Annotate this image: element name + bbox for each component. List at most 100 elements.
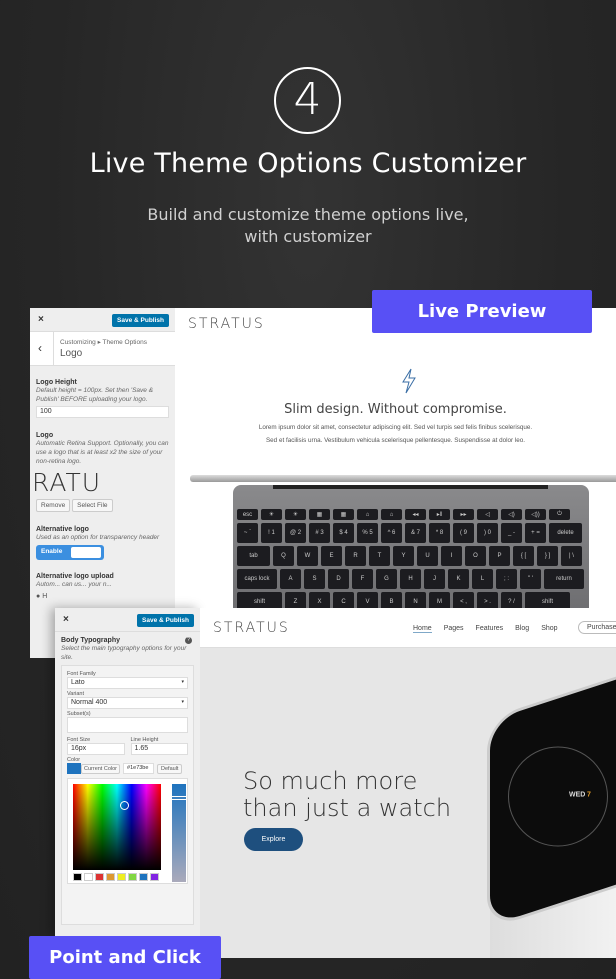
hide-controls-icon[interactable]: ● [36, 593, 40, 600]
font-family-select[interactable]: Lato ▾ [67, 677, 188, 689]
keyboard-key: ! 1 [261, 523, 282, 543]
keyboard-key: ^ 6 [381, 523, 402, 543]
nav-link-pages[interactable]: Pages [444, 625, 464, 633]
chevron-down-icon: ▾ [181, 679, 184, 685]
keyboard-key: I [441, 546, 462, 566]
laptop-lid [190, 475, 616, 482]
logo-height-label: Logo Height [36, 379, 77, 386]
color-swatch[interactable] [139, 873, 148, 881]
keyboard-key: { [ [513, 546, 534, 566]
section-title: Body Typography [61, 637, 120, 644]
toggle-label: Enable [41, 548, 63, 555]
color-swatch[interactable] [128, 873, 137, 881]
site-logo[interactable]: STRATUS [213, 620, 290, 636]
keyboard: esc ☀ ☀ ▦ ▦ ⌂ ⌂ ◂◂ ▸‖ ▸▸ ◁ ◁) ◁)) ⏻ ~ `! 1 @ 2 # 3 $ 4% 5… [237, 509, 589, 610]
keyboard-key: + = [525, 523, 546, 543]
color-swatch[interactable] [67, 763, 81, 774]
purchase-button[interactable]: Purchase [578, 621, 616, 634]
keyboard-key: ◁) [501, 509, 522, 520]
keyboard-key: W [297, 546, 318, 566]
preview-heading: Slim design. Without compromise. [284, 402, 507, 417]
slider-handle[interactable] [171, 796, 187, 800]
color-picker-handle[interactable] [120, 801, 129, 810]
keyboard-key: H [400, 569, 421, 589]
line-height-input[interactable]: 1.65 [130, 743, 188, 755]
nav-link-home[interactable]: Home [413, 625, 432, 633]
keyboard-row: tab Q W E R T Y U I O P{ [} ] | \ [237, 546, 589, 566]
keyboard-key: K [448, 569, 469, 589]
help-icon[interactable]: ? [185, 637, 192, 644]
color-swatch[interactable] [84, 873, 93, 881]
save-publish-button[interactable]: Save & Publish [112, 314, 169, 327]
site-nav: Home Pages Features Blog Shop [413, 625, 558, 633]
watch-date: 7 [587, 791, 591, 799]
font-size-input[interactable]: 16px [67, 743, 125, 755]
nav-link-blog[interactable]: Blog [515, 625, 529, 633]
keyboard-key: ◁ [477, 509, 498, 520]
color-swatch[interactable] [73, 873, 82, 881]
variant-value: Normal 400 [71, 699, 108, 706]
preview-body-1: Lorem ipsum dolor sit amet, consectetur … [258, 424, 533, 431]
keyboard-key: $ 4 [333, 523, 354, 543]
keyboard-key: D [328, 569, 349, 589]
color-swatch[interactable] [106, 873, 115, 881]
remove-logo-button[interactable]: Remove [36, 499, 71, 512]
keyboard-key: P [489, 546, 510, 566]
close-icon[interactable]: × [63, 614, 69, 625]
save-publish-button[interactable]: Save & Publish [137, 614, 194, 627]
color-swatch[interactable] [150, 873, 159, 881]
keyboard-row: ~ `! 1 @ 2 # 3 $ 4% 5 ^ 6 & 7 * 8( 9) 0 _ - + = d… [237, 523, 589, 543]
keyboard-key: return [544, 569, 584, 589]
keyboard-key: ▸▸ [453, 509, 474, 520]
chevron-down-icon: ▾ [181, 699, 184, 705]
enable-toggle[interactable]: Enable [36, 545, 104, 560]
subtitle-line-2: with customizer [244, 227, 372, 246]
keyboard-key: G [376, 569, 397, 589]
keyboard-row: caps lock A S D F G H J K L; : " ' return [237, 569, 589, 589]
back-customizer-sidebar: × Save & Publish ‹ Customizing ▸ Theme Op… [30, 308, 175, 658]
breadcrumb: Customizing ▸ Theme Options [60, 339, 147, 346]
keyboard-key: | \ [561, 546, 582, 566]
keyboard-key: } ] [537, 546, 558, 566]
select-file-button[interactable]: Select File [72, 499, 113, 512]
front-site-preview: STRATUS Home Pages Features Blog Shop Purcha… [200, 608, 616, 958]
nav-link-features[interactable]: Features [476, 625, 504, 633]
logo-height-input[interactable]: 100 [36, 406, 169, 418]
watch-dial: WED 7 [508, 746, 608, 847]
nav-link-shop[interactable]: Shop [541, 625, 557, 633]
keyboard-key: ; : [496, 569, 517, 589]
keyboard-key: ☀ [261, 509, 282, 520]
keyboard-key: ) 0 [477, 523, 498, 543]
variant-select[interactable]: Normal 400 ▾ [67, 697, 188, 709]
keyboard-key: ⏻ [549, 509, 570, 520]
logo-preview: RATU [32, 468, 102, 497]
subsets-input[interactable] [67, 717, 188, 733]
keyboard-key: ⌂ [357, 509, 378, 520]
color-slider[interactable] [171, 784, 187, 882]
keyboard-key: ▦ [309, 509, 330, 520]
color-swatch[interactable] [95, 873, 104, 881]
keyboard-key: ☀ [285, 509, 306, 520]
explore-button[interactable]: Explore [244, 828, 303, 851]
keyboard-key: A [280, 569, 301, 589]
current-color-button[interactable]: Current Color [81, 763, 121, 774]
color-swatch[interactable] [117, 873, 126, 881]
back-arrow-icon[interactable]: ‹ [38, 341, 42, 355]
default-color-button[interactable]: Default [157, 763, 183, 774]
lightning-icon [402, 368, 416, 394]
keyboard-key: F [352, 569, 373, 589]
close-icon[interactable]: × [38, 314, 44, 325]
site-logo[interactable]: STRATUS [188, 316, 265, 332]
keyboard-key: ◂◂ [405, 509, 426, 520]
font-family-value: Lato [71, 679, 85, 686]
color-hex-input[interactable]: #1e73be [123, 763, 155, 774]
keyboard-key: L [472, 569, 493, 589]
keyboard-key: @ 2 [285, 523, 306, 543]
keyboard-key: ( 9 [453, 523, 474, 543]
keyboard-key: Y [393, 546, 414, 566]
keyboard-key: T [369, 546, 390, 566]
color-field[interactable] [73, 784, 161, 870]
point-and-click-badge: Point and Click [29, 936, 221, 979]
step-number: 4 [274, 67, 341, 134]
keyboard-key: Q [273, 546, 294, 566]
